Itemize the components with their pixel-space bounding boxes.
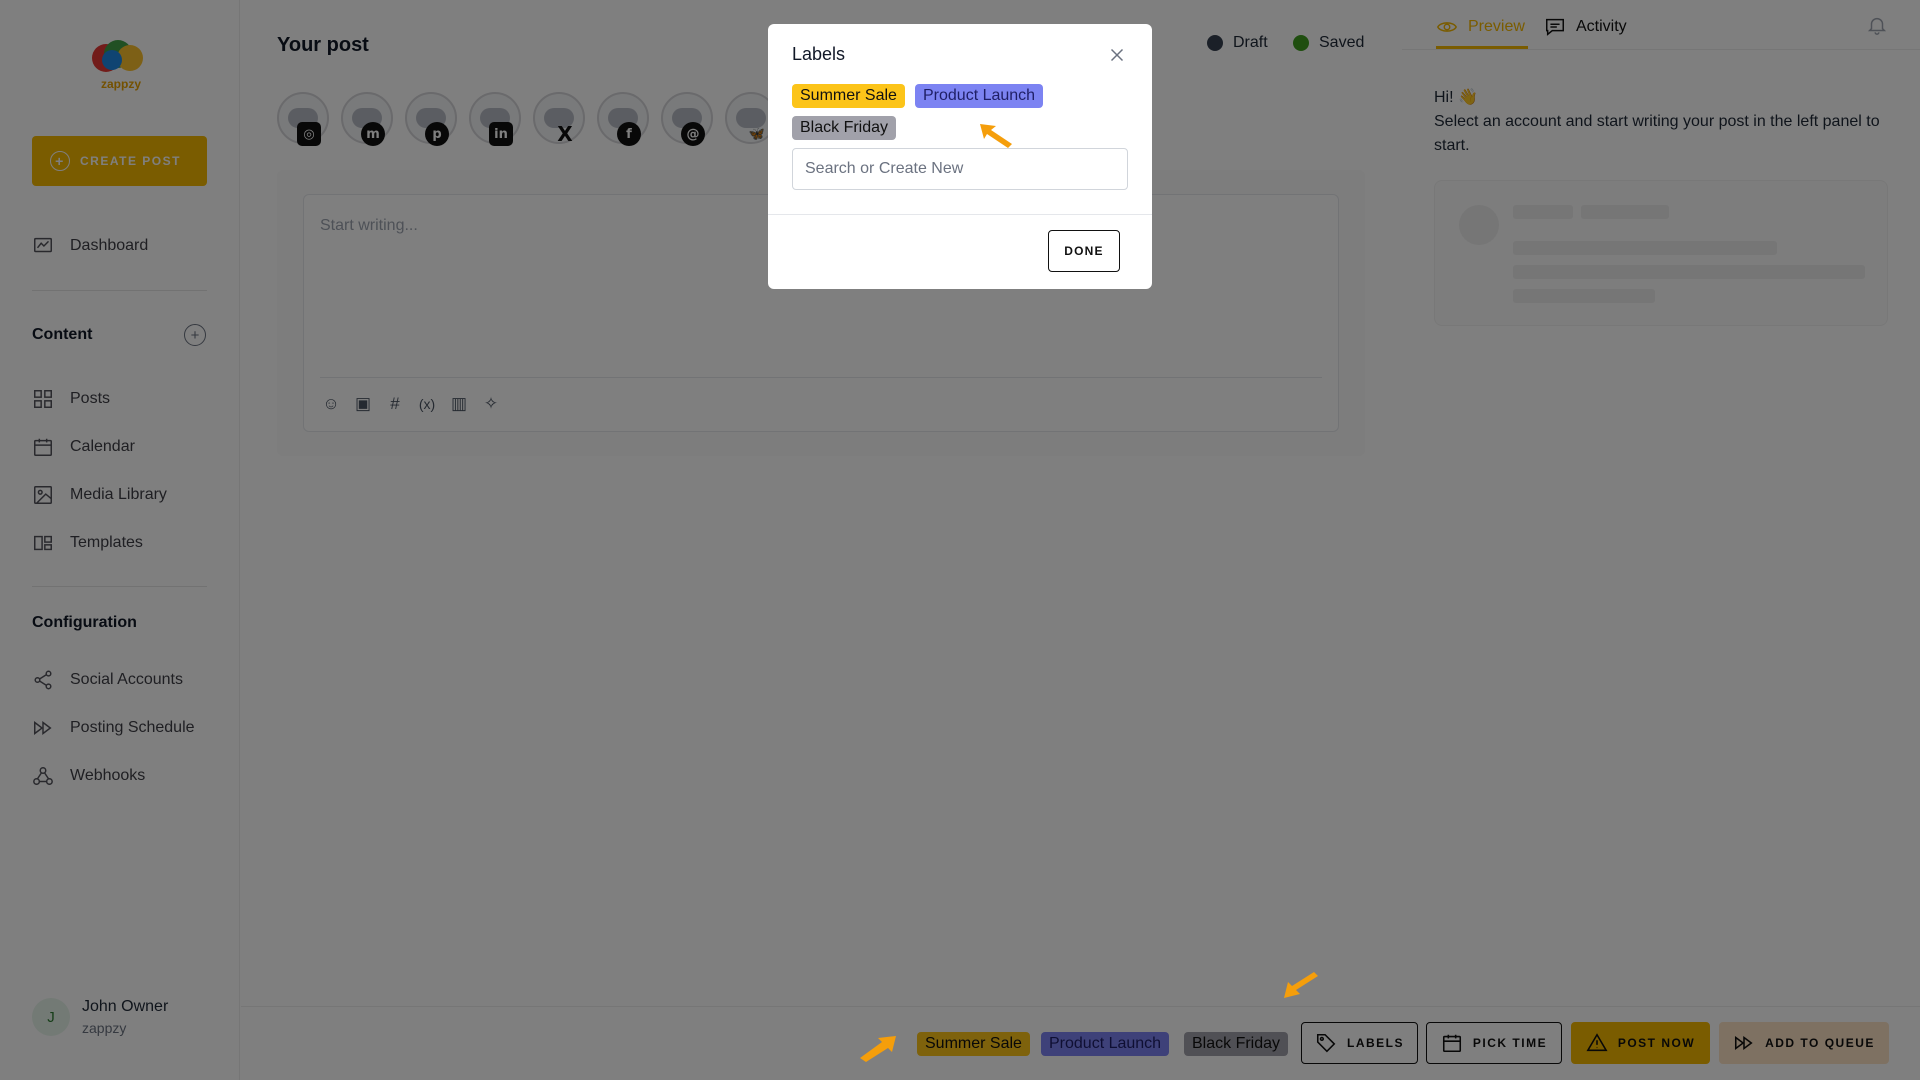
modal-label-black-friday[interactable]: Black Friday bbox=[792, 116, 897, 140]
annotation-arrow-icon bbox=[860, 1036, 896, 1062]
modal-divider bbox=[768, 214, 1152, 215]
labels-modal: Labels Summer Sale Product Launch Black … bbox=[768, 24, 1152, 289]
close-icon bbox=[1110, 48, 1124, 62]
modal-label-product-launch[interactable]: Product Launch bbox=[915, 84, 1044, 108]
annotation-arrow-icon bbox=[980, 124, 1012, 148]
done-button[interactable]: DONE bbox=[1048, 230, 1120, 272]
label-search-input[interactable] bbox=[792, 148, 1128, 190]
close-button[interactable] bbox=[1106, 44, 1128, 66]
modal-label-summer-sale[interactable]: Summer Sale bbox=[792, 84, 905, 108]
annotation-arrow-icon bbox=[1284, 972, 1318, 998]
modal-title: Labels bbox=[792, 44, 846, 64]
